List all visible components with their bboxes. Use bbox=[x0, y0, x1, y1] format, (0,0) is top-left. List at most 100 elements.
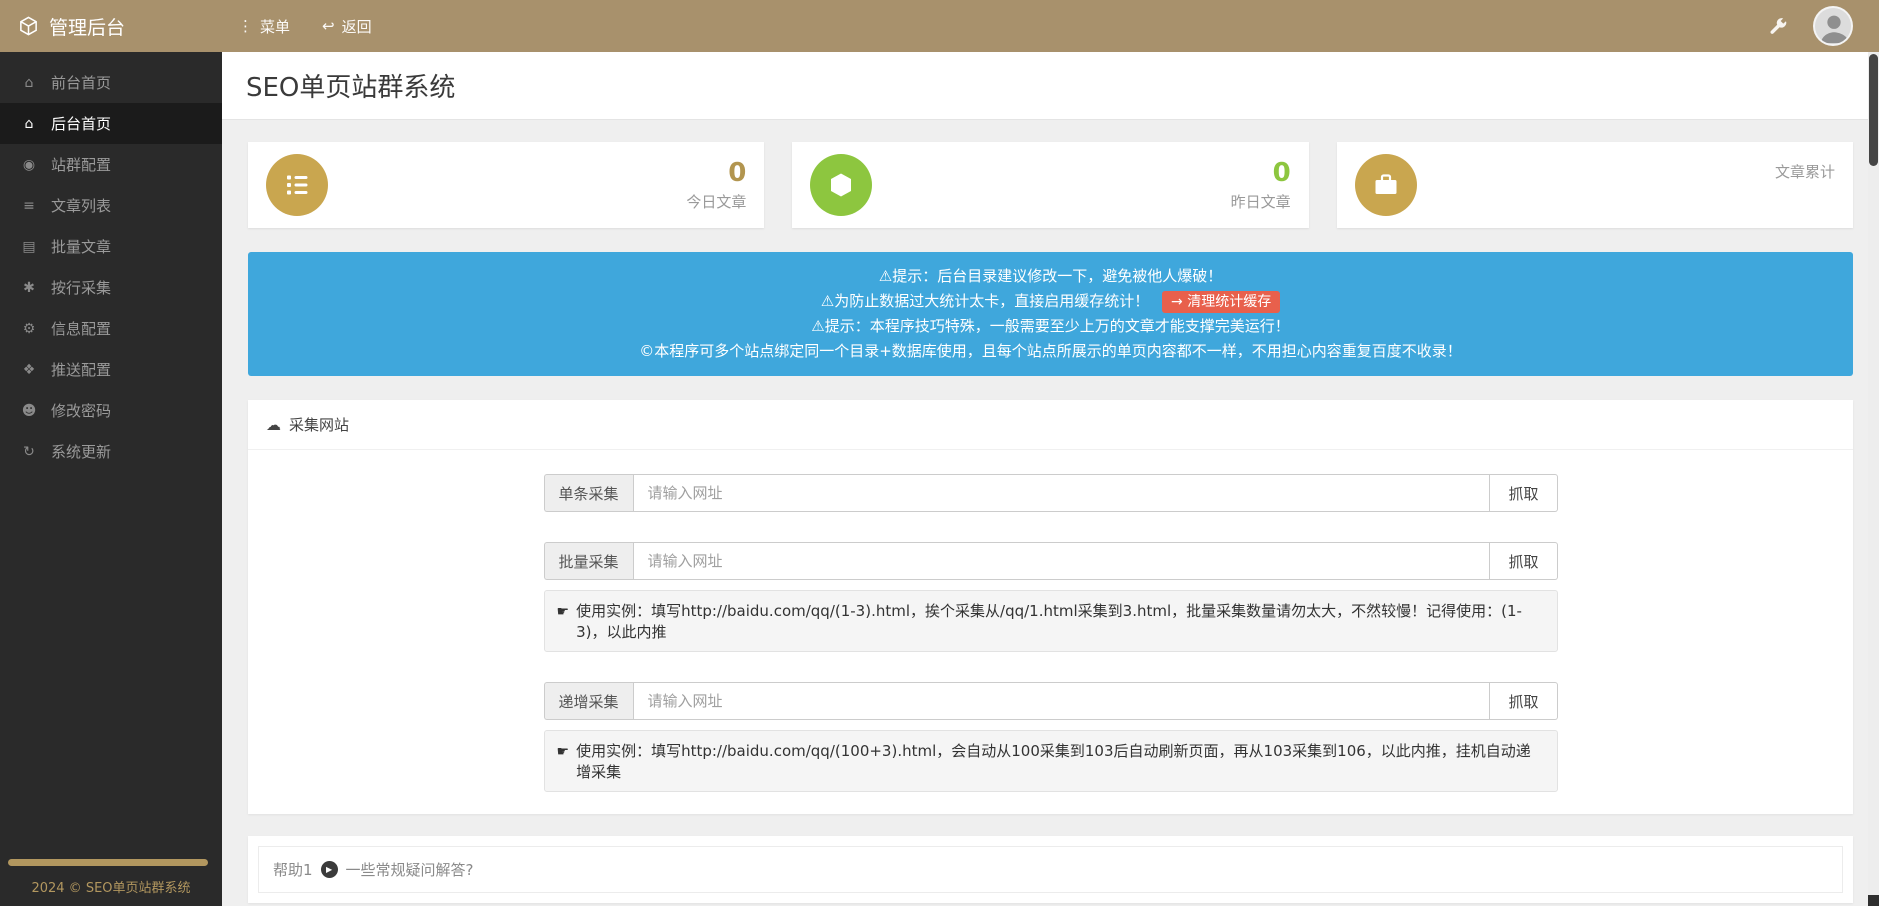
refresh-icon: ↻ bbox=[20, 444, 38, 460]
sidebar-item-system-update[interactable]: ↻ 系统更新 bbox=[0, 431, 222, 472]
batch-collect-label: 批量采集 bbox=[544, 542, 633, 580]
notice-line-3: ⚠提示：本程序技巧特殊，一般需要至少上万的文章才能支撑完美运行！ bbox=[260, 314, 1841, 339]
sidebar-item-info-config[interactable]: ⚙ 信息配置 bbox=[0, 308, 222, 349]
single-fetch-button[interactable]: 抓取 bbox=[1490, 474, 1557, 512]
increment-collect-input[interactable] bbox=[633, 682, 1491, 720]
sidebar-nav: ⌂ 前台首页 ⌂ 后台首页 ◉ 站群配置 ≡ 文章列表 ▤ 批量文章 ✱ 按行采… bbox=[0, 52, 222, 472]
increment-help-box: ☛ 使用实例：填写http://baidu.com/qq/(100+3).htm… bbox=[544, 730, 1558, 792]
single-collect-label: 单条采集 bbox=[544, 474, 633, 512]
sidebar-item-label: 文章列表 bbox=[51, 195, 111, 216]
user-icon: ☻ bbox=[20, 403, 38, 419]
collect-panel: ☁ 采集网站 单条采集 抓取 批量采集 bbox=[248, 400, 1853, 814]
sidebar-item-label: 系统更新 bbox=[51, 441, 111, 462]
topbar-right bbox=[1768, 6, 1879, 46]
help-1-toggle[interactable]: 帮助1 ▶ 一些常规疑问解答? bbox=[258, 846, 1843, 893]
help-1-text: 一些常规疑问解答? bbox=[346, 859, 474, 880]
sidebar-item-batch-articles[interactable]: ▤ 批量文章 bbox=[0, 226, 222, 267]
gear-icon: ⚙ bbox=[20, 321, 38, 337]
scrollbar-corner bbox=[1868, 895, 1879, 906]
sidebar-item-front-home[interactable]: ⌂ 前台首页 bbox=[0, 62, 222, 103]
dashboard-icon: ◉ bbox=[20, 157, 38, 173]
increment-help-text: 使用实例：填写http://baidu.com/qq/(100+3).html，… bbox=[576, 740, 1544, 782]
cloud-icon: ☁ bbox=[266, 416, 281, 434]
brand-title: 管理后台 bbox=[49, 13, 125, 40]
tip-icon: ☛ bbox=[557, 744, 570, 760]
batch-collect-input[interactable] bbox=[633, 542, 1491, 580]
page-title: SEO单页站群系统 bbox=[222, 52, 1879, 120]
circle-arrow-icon: ▶ bbox=[321, 861, 338, 878]
stat-label: 文章累计 bbox=[1775, 161, 1835, 182]
batch-fetch-button[interactable]: 抓取 bbox=[1490, 542, 1557, 580]
collect-row-batch: 批量采集 抓取 ☛ 使用实例：填写http://baidu.com/qq/(1-… bbox=[544, 542, 1558, 652]
stat-label: 昨日文章 bbox=[1231, 191, 1291, 212]
stat-value: 0 bbox=[686, 158, 746, 188]
main-area: SEO单页站群系统 0 今日文章 bbox=[222, 52, 1879, 906]
sidebar-item-label: 按行采集 bbox=[51, 277, 111, 298]
clear-cache-label: 清理统计缓存 bbox=[1187, 294, 1271, 310]
sidebar-item-label: 站群配置 bbox=[51, 154, 111, 175]
asterisk-icon: ✱ bbox=[20, 280, 38, 296]
collect-panel-title: 采集网站 bbox=[289, 414, 349, 435]
clear-cache-button[interactable]: → 清理统计缓存 bbox=[1162, 291, 1280, 313]
help-panel-1: 帮助1 ▶ 一些常规疑问解答? bbox=[248, 836, 1853, 903]
back-label: 返回 bbox=[342, 16, 372, 37]
back-icon: ↩ bbox=[322, 17, 335, 35]
wrench-icon[interactable] bbox=[1768, 17, 1787, 36]
stat-label: 今日文章 bbox=[686, 191, 746, 212]
stats-row: 0 今日文章 0 昨日文章 bbox=[248, 142, 1853, 228]
cube-logo-icon bbox=[18, 15, 39, 37]
notice-line-2: ⚠为防止数据过大统计太卡，直接启用缓存统计！ → 清理统计缓存 bbox=[260, 289, 1841, 314]
users-icon: ❖ bbox=[20, 362, 38, 378]
collect-panel-header: ☁ 采集网站 bbox=[248, 400, 1853, 450]
sidebar-item-label: 推送配置 bbox=[51, 359, 111, 380]
sidebar-item-admin-home[interactable]: ⌂ 后台首页 bbox=[0, 103, 222, 144]
sidebar-item-article-list[interactable]: ≡ 文章列表 bbox=[0, 185, 222, 226]
avatar[interactable] bbox=[1813, 6, 1853, 46]
ordered-list-icon bbox=[266, 154, 328, 216]
list-icon: ≡ bbox=[20, 198, 38, 214]
collect-row-increment: 递增采集 抓取 ☛ 使用实例：填写http://baidu.com/qq/(10… bbox=[544, 682, 1558, 792]
notice-line-4: ©本程序可多个站点绑定同一个目录+数据库使用，且每个站点所展示的单页内容都不一样… bbox=[260, 339, 1841, 364]
tip-icon: ☛ bbox=[557, 604, 570, 620]
stat-card-yesterday: 0 昨日文章 bbox=[792, 142, 1308, 228]
back-button[interactable]: ↩ 返回 bbox=[322, 16, 372, 37]
book-icon: ▤ bbox=[20, 239, 38, 255]
topbar-actions: ⋮ 菜单 ↩ 返回 bbox=[222, 16, 372, 37]
collect-row-single: 单条采集 抓取 bbox=[544, 474, 1558, 512]
home-icon: ⌂ bbox=[20, 75, 38, 91]
sidebar-item-push-config[interactable]: ❖ 推送配置 bbox=[0, 349, 222, 390]
notice-line-1: ⚠提示：后台目录建议修改一下，避免被他人爆破！ bbox=[260, 264, 1841, 289]
sidebar-item-change-password[interactable]: ☻ 修改密码 bbox=[0, 390, 222, 431]
menu-label: 菜单 bbox=[260, 16, 290, 37]
sidebar-item-label: 信息配置 bbox=[51, 318, 111, 339]
menu-button[interactable]: ⋮ 菜单 bbox=[238, 16, 290, 37]
home-icon: ⌂ bbox=[20, 116, 38, 132]
vertical-scrollbar-thumb[interactable] bbox=[1869, 54, 1878, 166]
menu-icon: ⋮ bbox=[238, 17, 253, 35]
sidebar-item-line-collect[interactable]: ✱ 按行采集 bbox=[0, 267, 222, 308]
help-1-prefix: 帮助1 bbox=[273, 859, 313, 880]
notice-banner: ⚠提示：后台目录建议修改一下，避免被他人爆破！ ⚠为防止数据过大统计太卡，直接启… bbox=[248, 252, 1853, 376]
sidebar-item-label: 修改密码 bbox=[51, 400, 111, 421]
single-collect-input[interactable] bbox=[633, 474, 1491, 512]
briefcase-icon bbox=[1355, 154, 1417, 216]
hexagon-icon bbox=[810, 154, 872, 216]
arrow-icon: → bbox=[1171, 294, 1183, 310]
brand[interactable]: 管理后台 bbox=[0, 13, 222, 40]
sidebar-item-label: 后台首页 bbox=[51, 113, 111, 134]
increment-fetch-button[interactable]: 抓取 bbox=[1490, 682, 1557, 720]
batch-help-box: ☛ 使用实例：填写http://baidu.com/qq/(1-3).html，… bbox=[544, 590, 1558, 652]
sidebar: ⌂ 前台首页 ⌂ 后台首页 ◉ 站群配置 ≡ 文章列表 ▤ 批量文章 ✱ 按行采… bbox=[0, 52, 222, 906]
notice-line-2-text: ⚠为防止数据过大统计太卡，直接启用缓存统计！ bbox=[821, 292, 1149, 310]
sidebar-item-label: 前台首页 bbox=[51, 72, 111, 93]
batch-help-text: 使用实例：填写http://baidu.com/qq/(1-3).html，挨个… bbox=[576, 600, 1544, 642]
stat-value: 0 bbox=[1231, 158, 1291, 188]
sidebar-scrollbar-thumb[interactable] bbox=[8, 859, 208, 866]
increment-collect-label: 递增采集 bbox=[544, 682, 633, 720]
stat-card-today: 0 今日文章 bbox=[248, 142, 764, 228]
sidebar-item-sites-config[interactable]: ◉ 站群配置 bbox=[0, 144, 222, 185]
stat-card-total: 文章累计 bbox=[1337, 142, 1853, 228]
vertical-scrollbar[interactable] bbox=[1868, 52, 1879, 906]
sidebar-footer: 2024 © SEO单页站群系统 bbox=[0, 877, 222, 896]
sidebar-item-label: 批量文章 bbox=[51, 236, 111, 257]
